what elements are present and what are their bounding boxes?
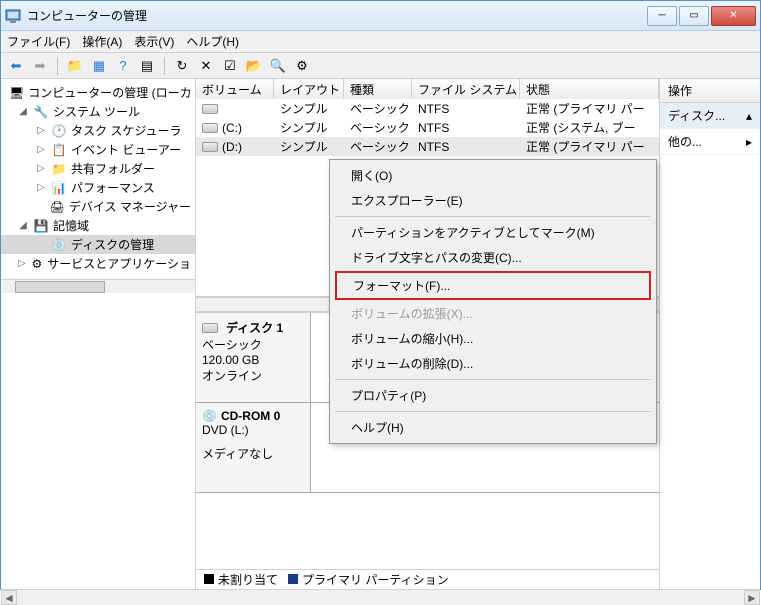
action-other[interactable]: 他の...▸ (660, 129, 760, 155)
clock-icon: 🕐 (51, 123, 67, 139)
titlebar: コンピューターの管理 ─ ▭ ✕ (1, 1, 760, 31)
back-icon[interactable]: ⬅ (7, 57, 25, 75)
volume-row[interactable]: (C:) シンプル ベーシック NTFS 正常 (システム, ブー (196, 118, 659, 137)
toolbar: ⬅ ➡ 📁 ▦ ? ▤ ↻ ✕ ☑ 📂 🔍 ⚙ (1, 53, 760, 79)
tools-icon: 🔧 (33, 104, 49, 120)
device-icon: 🖨 (50, 199, 65, 215)
tree-hscrollbar[interactable] (1, 279, 195, 293)
volume-row[interactable]: シンプル ベーシック NTFS 正常 (プライマリ パー (196, 99, 659, 118)
col-volume[interactable]: ボリューム (196, 79, 274, 99)
tree-storage[interactable]: ◢💾記憶域 (1, 216, 195, 235)
menu-file[interactable]: ファイル(F) (7, 33, 70, 50)
ctx-format[interactable]: フォーマット(F)... (337, 273, 649, 298)
delete-icon[interactable]: ✕ (197, 57, 215, 75)
scroll-left-icon[interactable]: ◄ (1, 590, 17, 605)
volume-icon (202, 123, 218, 133)
chevron-up-icon: ▴ (746, 109, 752, 123)
disk-icon: 💿 (51, 237, 67, 253)
check-icon[interactable]: ☑ (221, 57, 239, 75)
tree-diskmgmt[interactable]: 💿ディスクの管理 (1, 235, 195, 254)
menubar: ファイル(F) 操作(A) 表示(V) ヘルプ(H) (1, 31, 760, 53)
menu-help[interactable]: ヘルプ(H) (186, 33, 239, 50)
context-menu: 開く(O) エクスプローラー(E) パーティションをアクティブとしてマーク(M)… (329, 159, 657, 444)
window-hscrollbar[interactable]: ◄ ► (1, 589, 760, 605)
action-disk[interactable]: ディスク...▴ (660, 103, 760, 129)
services-icon: ⚙ (31, 256, 44, 272)
disk-icon (202, 323, 218, 333)
chevron-right-icon: ▸ (746, 135, 752, 149)
share-icon: 📁 (51, 161, 67, 177)
list-icon[interactable]: ▤ (138, 57, 156, 75)
tree-services[interactable]: ▷⚙サービスとアプリケーショ (1, 254, 195, 273)
perf-icon: 📊 (51, 180, 67, 196)
col-filesystem[interactable]: ファイル システム (412, 79, 520, 99)
ctx-shrink[interactable]: ボリュームの縮小(H)... (333, 326, 653, 351)
menu-view[interactable]: 表示(V) (134, 33, 174, 50)
ctx-explorer[interactable]: エクスプローラー(E) (333, 188, 653, 213)
ctx-delete[interactable]: ボリュームの削除(D)... (333, 351, 653, 376)
col-type[interactable]: 種類 (344, 79, 412, 99)
legend-unallocated-color (204, 574, 214, 584)
ctx-properties[interactable]: プロパティ(P) (333, 383, 653, 408)
help-icon[interactable]: ? (114, 57, 132, 75)
storage-icon: 💾 (33, 218, 49, 234)
format-highlight: フォーマット(F)... (335, 271, 651, 300)
event-icon: 📋 (51, 142, 67, 158)
actions-panel: 操作 ディスク...▴ 他の...▸ (660, 79, 760, 589)
volume-icon (202, 104, 218, 114)
search-icon[interactable]: 🔍 (269, 57, 287, 75)
refresh-icon[interactable]: ↻ (173, 57, 191, 75)
close-button[interactable]: ✕ (711, 6, 756, 26)
tree-root[interactable]: 🖥コンピューターの管理 (ローカ (1, 83, 195, 102)
ctx-markactive[interactable]: パーティションをアクティブとしてマーク(M) (333, 220, 653, 245)
ctx-open[interactable]: 開く(O) (333, 163, 653, 188)
tree-panel: 🖥コンピューターの管理 (ローカ ◢🔧システム ツール ▷🕐タスク スケジューラ… (1, 79, 196, 589)
app-window: コンピューターの管理 ─ ▭ ✕ ファイル(F) 操作(A) 表示(V) ヘルプ… (0, 0, 761, 590)
ctx-changedrive[interactable]: ドライブ文字とパスの変更(C)... (333, 245, 653, 270)
tree-devmgr[interactable]: 🖨デバイス マネージャー (1, 197, 195, 216)
tree-sharedfolders[interactable]: ▷📁共有フォルダー (1, 159, 195, 178)
tree-systools[interactable]: ◢🔧システム ツール (1, 102, 195, 121)
computer-icon: 🖥 (9, 85, 24, 101)
volume-row[interactable]: (D:) シンプル ベーシック NTFS 正常 (プライマリ パー (196, 137, 659, 156)
ctx-help[interactable]: ヘルプ(H) (333, 415, 653, 440)
forward-icon[interactable]: ➡ (31, 57, 49, 75)
actions-header: 操作 (660, 79, 760, 103)
cdrom-icon: 💿 (202, 409, 217, 423)
menu-action[interactable]: 操作(A) (82, 33, 122, 50)
tree-taskscheduler[interactable]: ▷🕐タスク スケジューラ (1, 121, 195, 140)
settings-icon[interactable]: ⚙ (293, 57, 311, 75)
window-title: コンピューターの管理 (27, 7, 647, 24)
minimize-button[interactable]: ─ (647, 6, 677, 26)
col-status[interactable]: 状態 (520, 79, 659, 99)
folder-icon[interactable]: 📂 (245, 57, 263, 75)
maximize-button[interactable]: ▭ (679, 6, 709, 26)
app-icon (5, 8, 21, 24)
scroll-right-icon[interactable]: ► (744, 590, 760, 605)
tree-performance[interactable]: ▷📊パフォーマンス (1, 178, 195, 197)
ctx-extend: ボリュームの拡張(X)... (333, 301, 653, 326)
panel-icon[interactable]: ▦ (90, 57, 108, 75)
tree-eventviewer[interactable]: ▷📋イベント ビューアー (1, 140, 195, 159)
volume-icon (202, 142, 218, 152)
legend-primary-color (288, 574, 298, 584)
col-layout[interactable]: レイアウト (274, 79, 344, 99)
up-icon[interactable]: 📁 (66, 57, 84, 75)
legend: 未割り当て プライマリ パーティション (196, 569, 659, 589)
